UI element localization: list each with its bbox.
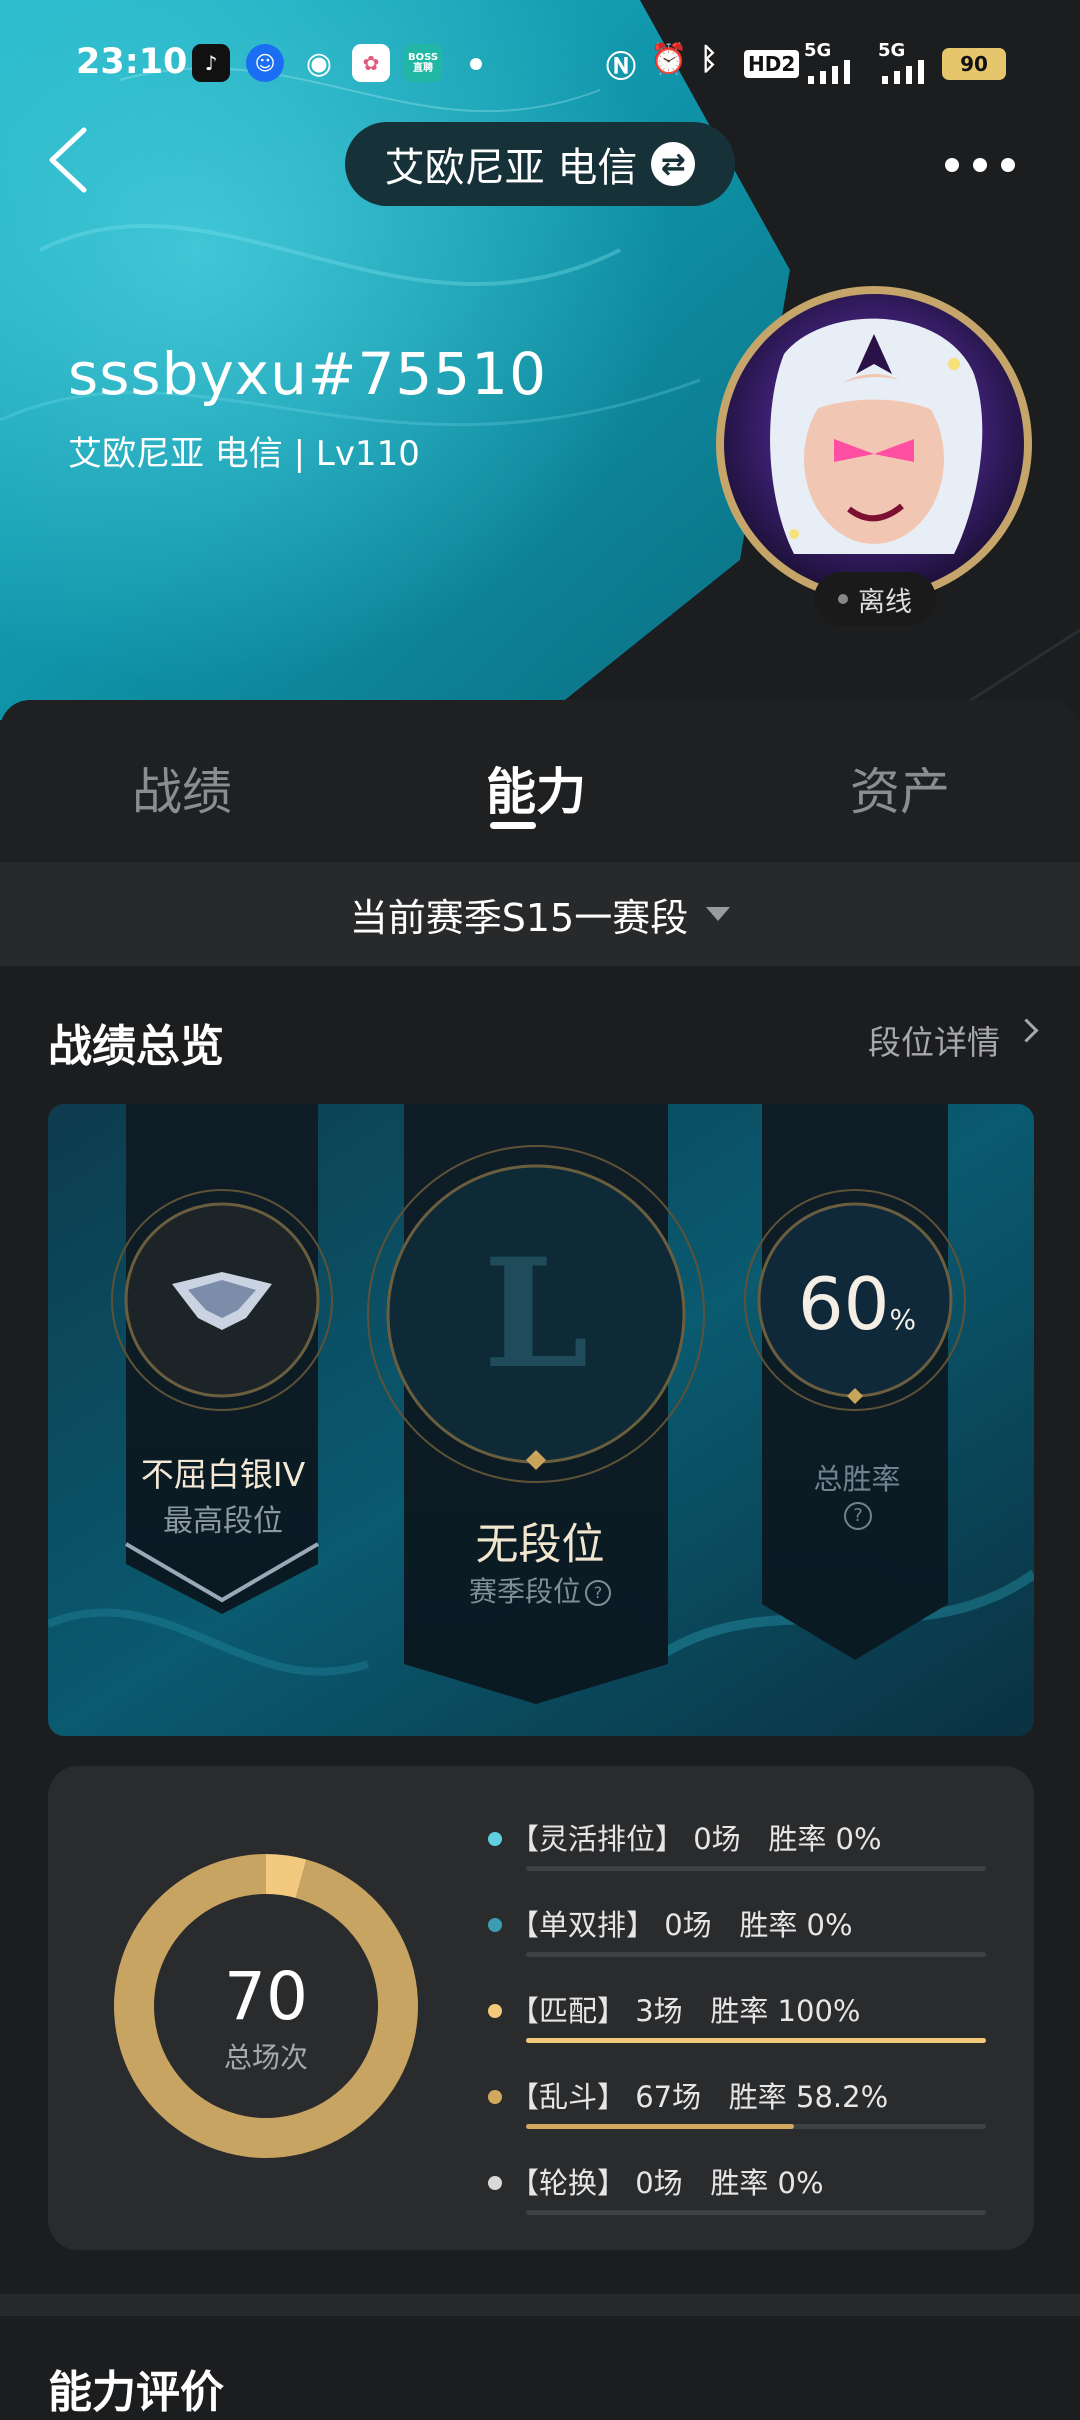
player-server-level: 艾欧尼亚 电信 | Lv110 xyxy=(68,434,420,474)
bluetooth-icon: ᛒ xyxy=(700,42,718,77)
total-games-value: 70 xyxy=(224,1958,308,2035)
chevron-right-icon xyxy=(1014,1018,1039,1043)
hd-voice-icon: HD2 xyxy=(744,50,800,78)
photos-icon: ✿ xyxy=(352,44,390,82)
mode-dot-icon xyxy=(488,1832,502,1846)
season-rank-label-text: 赛季段位 xyxy=(468,1575,581,1608)
win-rate-fill xyxy=(526,2038,986,2043)
win-rate-bar xyxy=(526,2124,986,2129)
rank-detail-link[interactable]: 段位详情 xyxy=(868,1016,1000,1064)
win-rate-value: 60% xyxy=(762,1262,952,1346)
signal-icon-2 xyxy=(880,60,930,84)
network-5g-label: 5G xyxy=(804,40,832,61)
tab-active-indicator xyxy=(490,822,536,829)
caret-down-icon xyxy=(706,907,731,921)
svg-text:L: L xyxy=(483,1226,588,1402)
mode-text: 【轮换】 0场 胜率 0% xyxy=(510,2166,824,2200)
mode-row-solo: 【单双排】 0场 胜率 0% xyxy=(488,1898,1008,1978)
offline-dot-icon xyxy=(838,594,848,604)
alarm-icon: ⏰ xyxy=(650,42,688,77)
mode-row-rotating: 【轮换】 0场 胜率 0% xyxy=(488,2156,1008,2236)
server-name: 艾欧尼亚 电信 xyxy=(384,145,638,191)
notification-dot-icon xyxy=(470,58,482,70)
win-rate-bar xyxy=(526,2210,986,2215)
rank-card: L xyxy=(48,1104,1034,1736)
tab-record[interactable]: 战绩 xyxy=(132,752,232,824)
mode-text: 【匹配】 3场 胜率 100% xyxy=(510,1994,861,2028)
more-dot-icon xyxy=(945,158,959,172)
mode-dot-icon xyxy=(488,2004,502,2018)
network-5g-label-2: 5G xyxy=(878,40,906,61)
season-rank-value: 无段位 xyxy=(475,1520,605,1570)
season-selector-label: 当前赛季S15一赛段 xyxy=(349,895,689,940)
mode-row-aram: 【乱斗】 67场 胜率 58.2% xyxy=(488,2070,1008,2150)
help-icon[interactable]: ? xyxy=(585,1580,611,1606)
more-dot-icon xyxy=(1001,158,1015,172)
mode-text: 【单双排】 0场 胜率 0% xyxy=(510,1908,853,1942)
avatar[interactable] xyxy=(724,294,1024,594)
win-rate-label: 总胜率 xyxy=(813,1462,901,1496)
status-bar: 23:10 ♪ ☺ ◉ ✿ BOSS 直聘 Ⓝ ⏰ ᛒ HD2 5G 5G 90 xyxy=(0,0,1080,130)
player-name: sssbyxu#75510 xyxy=(68,340,547,408)
win-rate-fill xyxy=(526,2124,794,2129)
win-rate-bar xyxy=(526,1952,986,1957)
win-rate-bar xyxy=(526,1866,986,1871)
server-switch-button[interactable]: 艾欧尼亚 电信 ⇄ xyxy=(345,122,735,206)
more-dot-icon xyxy=(973,158,987,172)
back-button[interactable] xyxy=(40,120,100,200)
status-time: 23:10 xyxy=(76,42,188,82)
highest-rank-value: 不屈白银IV xyxy=(140,1455,306,1494)
mode-dot-icon xyxy=(488,1918,502,1932)
win-rate-unit: % xyxy=(889,1303,917,1336)
season-selector[interactable]: 当前赛季S15一赛段 xyxy=(0,862,1080,966)
qq-icon: ☺ xyxy=(246,44,284,82)
signal-icon xyxy=(806,60,862,84)
mode-text: 【乱斗】 67场 胜率 58.2% xyxy=(510,2080,889,2114)
mode-dot-icon xyxy=(488,2090,502,2104)
overview-title: 战绩总览 xyxy=(48,1021,224,1072)
battery-indicator: 90 xyxy=(942,48,1006,80)
chevron-left-icon xyxy=(49,127,87,193)
mode-dot-icon xyxy=(488,2176,502,2190)
online-status-badge: 离线 xyxy=(814,572,936,626)
highest-rank-label: 最高段位 xyxy=(163,1504,283,1539)
tab-ability[interactable]: 能力 xyxy=(486,752,586,824)
section-divider xyxy=(0,2294,1080,2316)
season-rank-label: 赛季段位? xyxy=(380,1570,700,1610)
ability-title: 能力评价 xyxy=(48,2367,224,2418)
mode-row-flex: 【灵活排位】 0场 胜率 0% xyxy=(488,1812,1008,1892)
tab-assets[interactable]: 资产 xyxy=(850,752,950,824)
total-games-label: 总场次 xyxy=(223,2041,308,2074)
weibo-icon: ◉ xyxy=(305,45,333,81)
win-rate-help-icon[interactable]: ? xyxy=(844,1502,872,1530)
nfc-icon: Ⓝ xyxy=(606,50,636,85)
tiktok-icon: ♪ xyxy=(192,44,230,82)
more-button[interactable] xyxy=(945,145,1015,185)
mode-text: 【灵活排位】 0场 胜率 0% xyxy=(510,1822,882,1856)
swap-icon: ⇄ xyxy=(651,142,696,186)
win-rate-number: 60 xyxy=(797,1262,890,1346)
online-status-text: 离线 xyxy=(858,586,912,618)
boss-icon: BOSS 直聘 xyxy=(404,44,442,82)
win-rate-bar xyxy=(526,2038,986,2043)
mode-row-normal: 【匹配】 3场 胜率 100% xyxy=(488,1984,1008,2064)
